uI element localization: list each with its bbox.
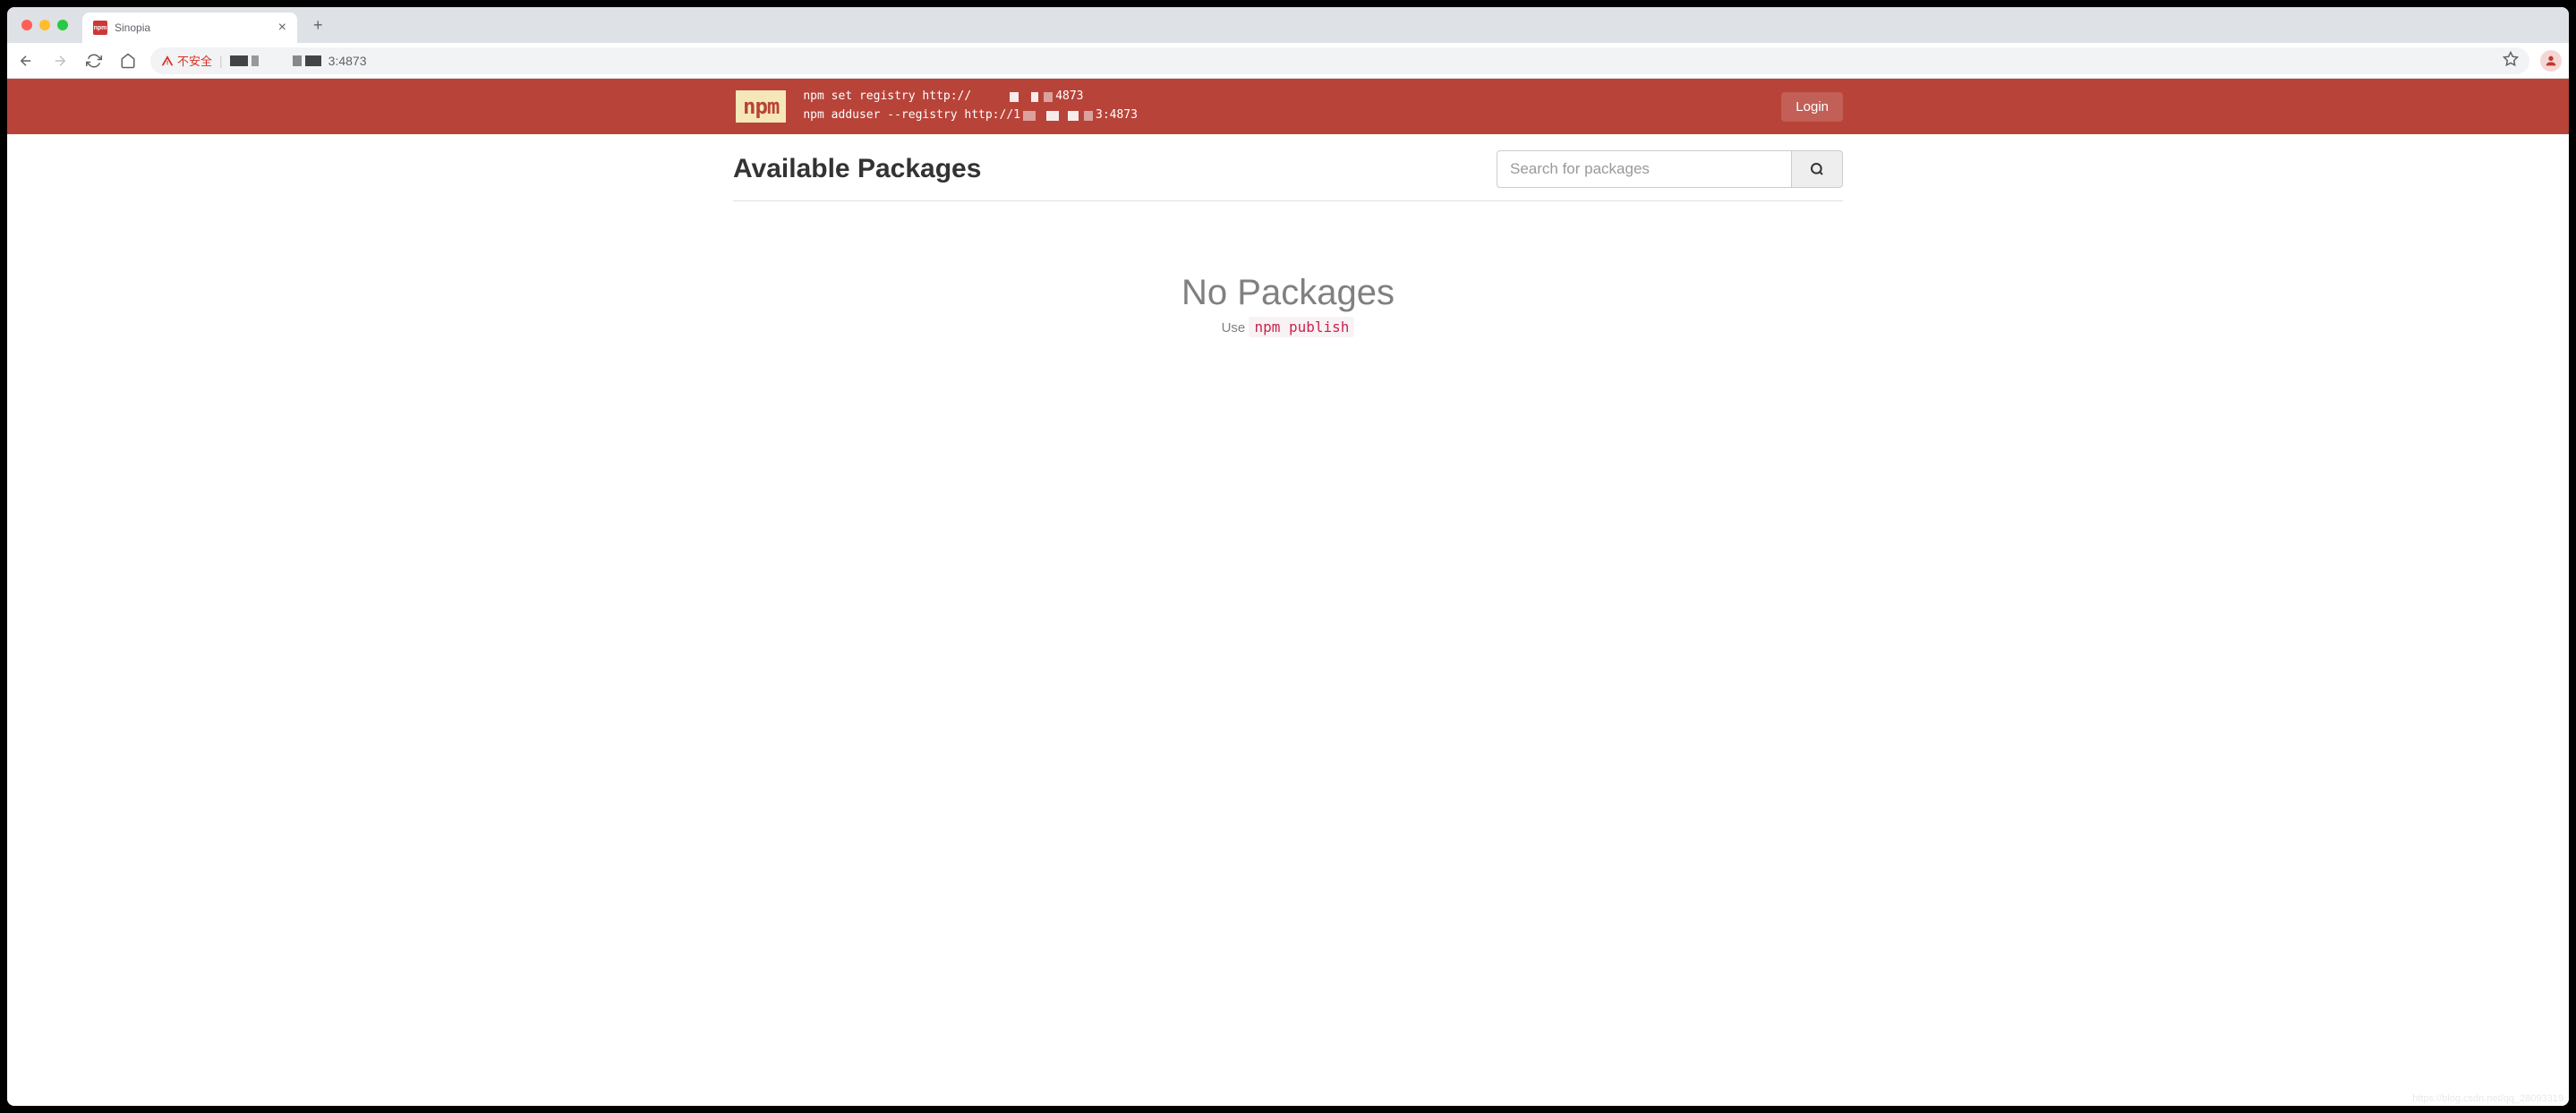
back-button[interactable] [14,49,38,72]
login-button[interactable]: Login [1781,92,1843,122]
close-window-button[interactable] [21,20,32,30]
search-icon [1810,162,1824,176]
reload-icon [86,53,102,69]
search-button[interactable] [1792,150,1843,188]
watermark: https://blog.csdn.net/qq_28093319 [2412,1093,2563,1104]
command-line-2: npm adduser --registry http://1 3:4873 [803,106,1767,125]
tab-title: Sinopia [115,21,271,34]
address-bar[interactable]: 不安全 | 3:4873 [150,47,2529,74]
maximize-window-button[interactable] [57,20,68,30]
tab-bar: npm Sinopia × + [7,7,2569,43]
window-controls [14,20,75,30]
browser-tab[interactable]: npm Sinopia × [82,13,297,43]
insecure-label: 不安全 [177,52,212,69]
tab-close-icon[interactable]: × [278,20,286,36]
search-group [1497,150,1843,188]
url-separator: | [219,54,223,68]
npm-logo[interactable]: npm [733,88,789,125]
avatar-icon [2544,54,2558,68]
arrow-left-icon [18,53,34,69]
empty-state: No Packages Use npm publish [733,273,1843,336]
content-header: Available Packages [733,150,1843,201]
browser-window: npm Sinopia × + 不安全 | [7,7,2569,1106]
main-content: Available Packages No Packages Use npm p… [715,134,1861,352]
page-title: Available Packages [733,154,981,184]
tab-favicon-icon: npm [93,21,107,35]
page-content: npm npm set registry http:// 4873 npm ad… [7,79,2569,1106]
empty-state-heading: No Packages [733,273,1843,313]
bookmark-star-icon[interactable] [2503,51,2519,70]
npm-logo-text: npm [743,94,779,119]
profile-avatar[interactable] [2540,50,2562,72]
browser-toolbar: 不安全 | 3:4873 [7,43,2569,79]
empty-subtext-prefix: Use [1222,320,1250,336]
home-button[interactable] [116,49,140,72]
insecure-badge: 不安全 [161,52,212,69]
forward-button[interactable] [48,49,72,72]
npm-publish-code: npm publish [1249,317,1354,337]
command-line-1: npm set registry http:// 4873 [803,88,1767,106]
registry-commands: npm set registry http:// 4873 npm adduse… [803,88,1767,125]
minimize-window-button[interactable] [39,20,50,30]
url-censored-area [230,55,321,66]
new-tab-button[interactable]: + [304,16,332,35]
empty-state-subtitle: Use npm publish [733,319,1843,336]
reload-button[interactable] [82,49,106,72]
search-input[interactable] [1497,150,1792,188]
arrow-right-icon [52,53,68,69]
home-icon [120,53,136,69]
warning-icon [161,55,174,67]
url-visible-text: 3:4873 [328,54,367,68]
site-header: npm npm set registry http:// 4873 npm ad… [7,79,2569,134]
